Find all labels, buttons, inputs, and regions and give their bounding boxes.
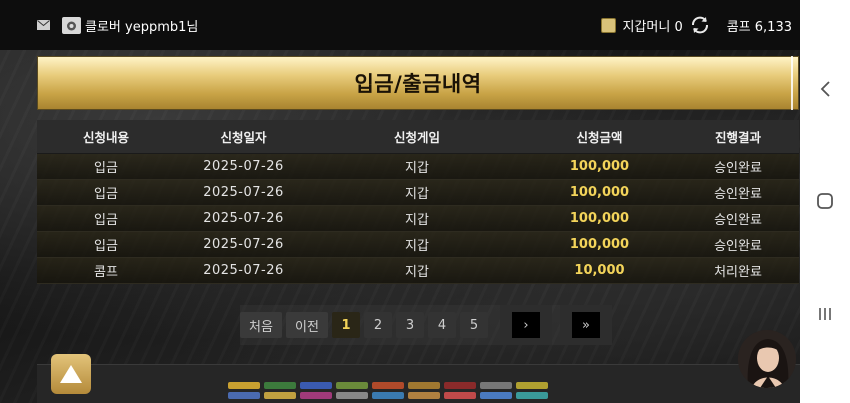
provider-logo <box>408 382 440 389</box>
provider-logo <box>228 382 260 389</box>
next-page-box: › <box>500 305 552 345</box>
nav-home-button[interactable] <box>812 188 838 214</box>
pagination: 처음 이전 1 2 3 4 5 › » <box>240 305 612 345</box>
provider-logo <box>444 392 476 399</box>
page-5-button[interactable]: 5 <box>460 312 488 338</box>
header-status: 진행결과 <box>714 130 761 145</box>
provider-logo <box>408 392 440 399</box>
provider-logos <box>228 382 548 399</box>
table-row: 입금 2025-07-26 지갑 100,000 승인완료 <box>37 154 799 180</box>
provider-logo <box>516 392 548 399</box>
table-row: 입금 2025-07-26 지갑 100,000 승인완료 <box>37 232 799 258</box>
next-page-button[interactable]: › <box>512 312 540 338</box>
cell-amount: 10,000 <box>574 263 625 278</box>
cell-status: 승인완료 <box>714 213 762 228</box>
scrollbar[interactable] <box>791 56 793 110</box>
chevron-left-icon <box>820 81 830 97</box>
header-game: 신청게임 <box>393 130 440 145</box>
cell-game: 지갑 <box>405 213 429 228</box>
cell-status: 처리완료 <box>714 265 762 280</box>
nav-recents-button[interactable] <box>812 301 838 327</box>
cell-type: 입금 <box>94 187 118 202</box>
page-4-button[interactable]: 4 <box>428 312 456 338</box>
android-nav-bar <box>800 0 850 403</box>
cell-type: 입금 <box>94 213 118 228</box>
app-screen: 클로버 yeppmb1님 지갑머니 0 콤프 6,133 입금/출금내역 신청내… <box>0 0 800 403</box>
cell-status: 승인완료 <box>714 161 762 176</box>
provider-logo <box>264 382 296 389</box>
provider-logo <box>300 382 332 389</box>
cell-date: 2025-07-26 <box>203 263 284 278</box>
page-title: 입금/출금내역 <box>354 72 482 96</box>
home-square-icon <box>817 193 833 209</box>
transaction-table: 신청내용 신청일자 신청게임 신청금액 진행결과 입금 2025-07-26 지… <box>37 120 799 284</box>
cell-type: 입금 <box>94 161 118 176</box>
cell-game: 지갑 <box>405 187 429 202</box>
avatar-image <box>738 330 796 388</box>
balance-area: 지갑머니 0 콤프 6,133 <box>601 14 792 36</box>
cell-date: 2025-07-26 <box>203 185 284 200</box>
support-avatar[interactable] <box>738 330 796 388</box>
provider-logo <box>480 382 512 389</box>
page-title-banner: 입금/출금내역 <box>37 56 799 110</box>
user-info: 클로버 yeppmb1님 <box>62 16 198 35</box>
provider-logo <box>300 392 332 399</box>
cell-game: 지갑 <box>405 239 429 254</box>
provider-logo <box>228 392 260 399</box>
recents-icon <box>819 308 831 320</box>
provider-logo <box>516 382 548 389</box>
refresh-icon[interactable] <box>689 14 711 36</box>
provider-logo <box>372 382 404 389</box>
header-amount: 신청금액 <box>576 130 623 145</box>
last-page-box: » <box>560 305 612 345</box>
cell-status: 승인완료 <box>714 187 762 202</box>
table-row: 콤프 2025-07-26 지갑 10,000 처리완료 <box>37 258 799 284</box>
cell-game: 지갑 <box>405 265 429 280</box>
scroll-top-button[interactable] <box>51 354 91 394</box>
level-badge-icon <box>62 17 81 34</box>
first-page-button[interactable]: 처음 <box>240 312 282 338</box>
cell-date: 2025-07-26 <box>203 211 284 226</box>
header-type: 신청내용 <box>82 130 129 145</box>
provider-logo <box>336 392 368 399</box>
page-2-button[interactable]: 2 <box>364 312 392 338</box>
wallet-icon <box>601 17 617 33</box>
top-bar: 클로버 yeppmb1님 지갑머니 0 콤프 6,133 <box>0 0 800 50</box>
header-date: 신청일자 <box>220 130 267 145</box>
nav-back-button[interactable] <box>812 76 838 102</box>
cell-amount: 100,000 <box>569 159 630 174</box>
provider-logo <box>480 392 512 399</box>
page-3-button[interactable]: 3 <box>396 312 424 338</box>
table-row: 입금 2025-07-26 지갑 100,000 승인완료 <box>37 180 799 206</box>
wallet-money: 지갑머니 0 <box>622 19 683 35</box>
page-1-button[interactable]: 1 <box>332 312 360 338</box>
cell-amount: 100,000 <box>569 211 630 226</box>
provider-logo <box>264 392 296 399</box>
cell-amount: 100,000 <box>569 185 630 200</box>
provider-logo <box>336 382 368 389</box>
mail-icon[interactable] <box>37 20 50 30</box>
cell-status: 승인완료 <box>714 239 762 254</box>
provider-logo <box>444 382 476 389</box>
cell-type: 콤프 <box>94 265 118 280</box>
cell-game: 지갑 <box>405 161 429 176</box>
arrow-up-icon <box>60 365 82 383</box>
cell-type: 입금 <box>94 239 118 254</box>
last-page-button[interactable]: » <box>572 312 600 338</box>
cell-date: 2025-07-26 <box>203 237 284 252</box>
cell-amount: 100,000 <box>569 237 630 252</box>
table-row: 입금 2025-07-26 지갑 100,000 승인완료 <box>37 206 799 232</box>
prev-page-button[interactable]: 이전 <box>286 312 328 338</box>
comp-points: 콤프 6,133 <box>726 19 792 35</box>
username: 클로버 yeppmb1님 <box>85 20 199 35</box>
provider-logo <box>372 392 404 399</box>
cell-date: 2025-07-26 <box>203 159 284 174</box>
table-header: 신청내용 신청일자 신청게임 신청금액 진행결과 <box>37 120 799 154</box>
